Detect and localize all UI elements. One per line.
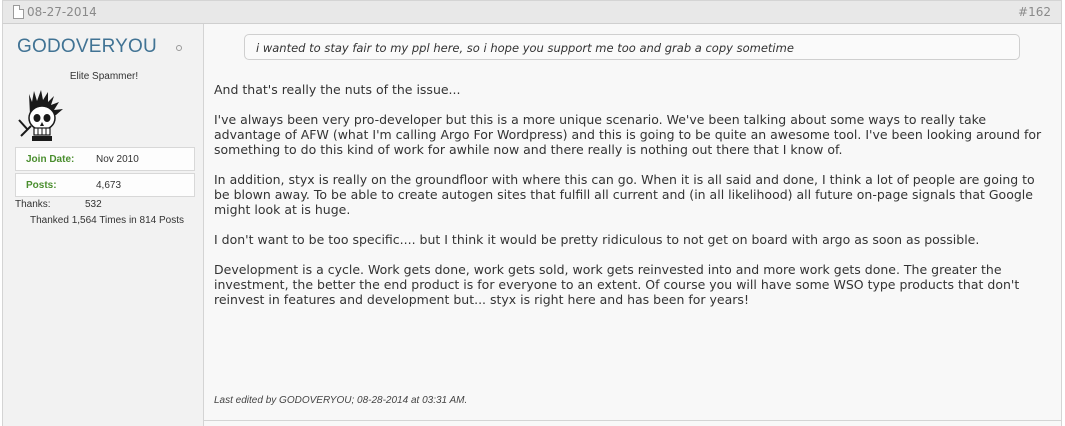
thanks-label: Thanks: xyxy=(15,199,51,210)
user-title: Elite Spammer! xyxy=(69,71,139,82)
join-date-value: Nov 2010 xyxy=(96,154,139,165)
user-info-panel: GODOVERYOU Elite Spammer! Join Date: Nov… xyxy=(2,24,204,426)
mohawk-skull-icon xyxy=(18,90,63,141)
join-date-label: Join Date: xyxy=(26,154,75,165)
posts-label: Posts: xyxy=(26,180,57,191)
post-number-link[interactable]: #162 xyxy=(1018,5,1051,19)
posts-value: 4,673 xyxy=(96,180,122,191)
post-date: 08-27-2014 xyxy=(27,5,97,19)
thanks-row: Thanks: 532 xyxy=(15,199,102,210)
thanked-summary: Thanked 1,564 Times in 814 Posts xyxy=(30,215,184,226)
signature-quote-box: i wanted to stay fair to my ppl here, so… xyxy=(244,34,1020,60)
last-edited-note: Last edited by GODOVERYOU; 08-28-2014 at… xyxy=(214,395,468,406)
thanks-value: 532 xyxy=(85,199,102,210)
post-body: i wanted to stay fair to my ppl here, so… xyxy=(204,24,1062,426)
message-paragraph: Development is a cycle. Work gets done, … xyxy=(214,262,1020,307)
post-header: 08-27-2014 #162 xyxy=(2,0,1062,24)
join-date-row: Join Date: Nov 2010 xyxy=(15,147,195,171)
username-link[interactable]: GODOVERYOU xyxy=(17,36,157,58)
posts-row: Posts: 4,673 xyxy=(15,173,195,197)
message-paragraph: In addition, styx is really on the groun… xyxy=(214,172,1035,217)
avatar[interactable] xyxy=(15,90,65,142)
message-paragraph: I don't want to be too specific.... but … xyxy=(214,232,980,247)
offline-status-icon xyxy=(176,45,182,51)
message-paragraph: And that's really the nuts of the issue.… xyxy=(214,82,461,97)
post-message: And that's really the nuts of the issue.… xyxy=(214,82,1054,322)
post-document-icon xyxy=(13,5,24,19)
post-date-wrap: 08-27-2014 xyxy=(13,5,97,19)
post-footer-divider xyxy=(204,420,1061,421)
message-paragraph: I've always been very pro-developer but … xyxy=(214,112,1042,157)
quote-text: i wanted to stay fair to my ppl here, so… xyxy=(256,41,794,55)
